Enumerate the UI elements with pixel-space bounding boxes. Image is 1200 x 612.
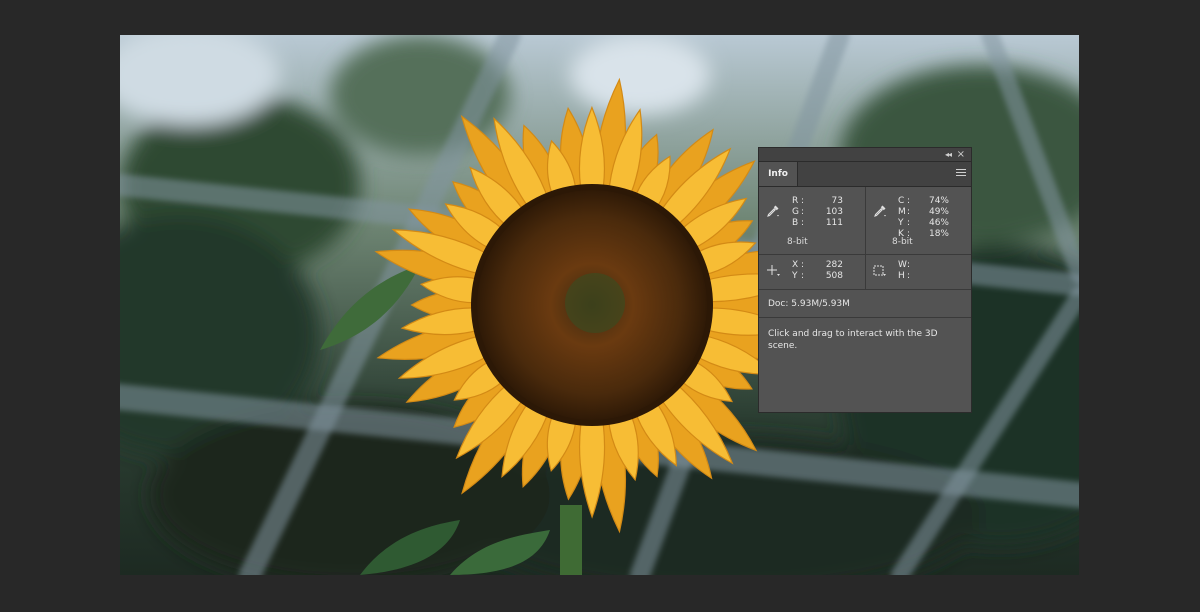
panel-menu-icon[interactable]	[956, 169, 966, 178]
cmyk-values: C:74% M:49% Y:46% K:18%	[898, 196, 949, 239]
info-panel[interactable]: ◂◂ × Info R:73 G:103 B:111 8-bit C:74% M…	[758, 147, 972, 413]
eyedropper-icon[interactable]	[766, 204, 780, 218]
status-hint-section: Click and drag to interact with the 3D s…	[759, 318, 971, 414]
close-icon[interactable]: ×	[957, 148, 965, 161]
tab-info[interactable]: Info	[759, 162, 798, 186]
doc-size-label: Doc: 5.93M/5.93M	[768, 299, 850, 309]
eyedropper-icon[interactable]	[873, 204, 887, 218]
status-hint-text: Click and drag to interact with the 3D s…	[768, 329, 938, 351]
position-values: X:282 Y:508	[792, 260, 843, 281]
panel-titlebar[interactable]: ◂◂ ×	[759, 148, 971, 162]
rgb-bit-depth: 8-bit	[787, 237, 808, 247]
doc-size-section: Doc: 5.93M/5.93M	[759, 290, 971, 318]
marquee-selection-icon	[873, 265, 886, 276]
coordinate-readout-section: X:282 Y:508 W: H:	[759, 255, 971, 290]
rgb-values: R:73 G:103 B:111	[792, 196, 843, 228]
cmyk-bit-depth: 8-bit	[892, 237, 913, 247]
double-chevron-left-icon[interactable]: ◂◂	[945, 148, 952, 161]
panel-tab-row: Info	[759, 162, 971, 187]
color-readout-section: R:73 G:103 B:111 8-bit C:74% M:49% Y:46%…	[759, 187, 971, 255]
crosshair-icon	[767, 265, 780, 276]
size-values: W: H:	[898, 260, 911, 281]
